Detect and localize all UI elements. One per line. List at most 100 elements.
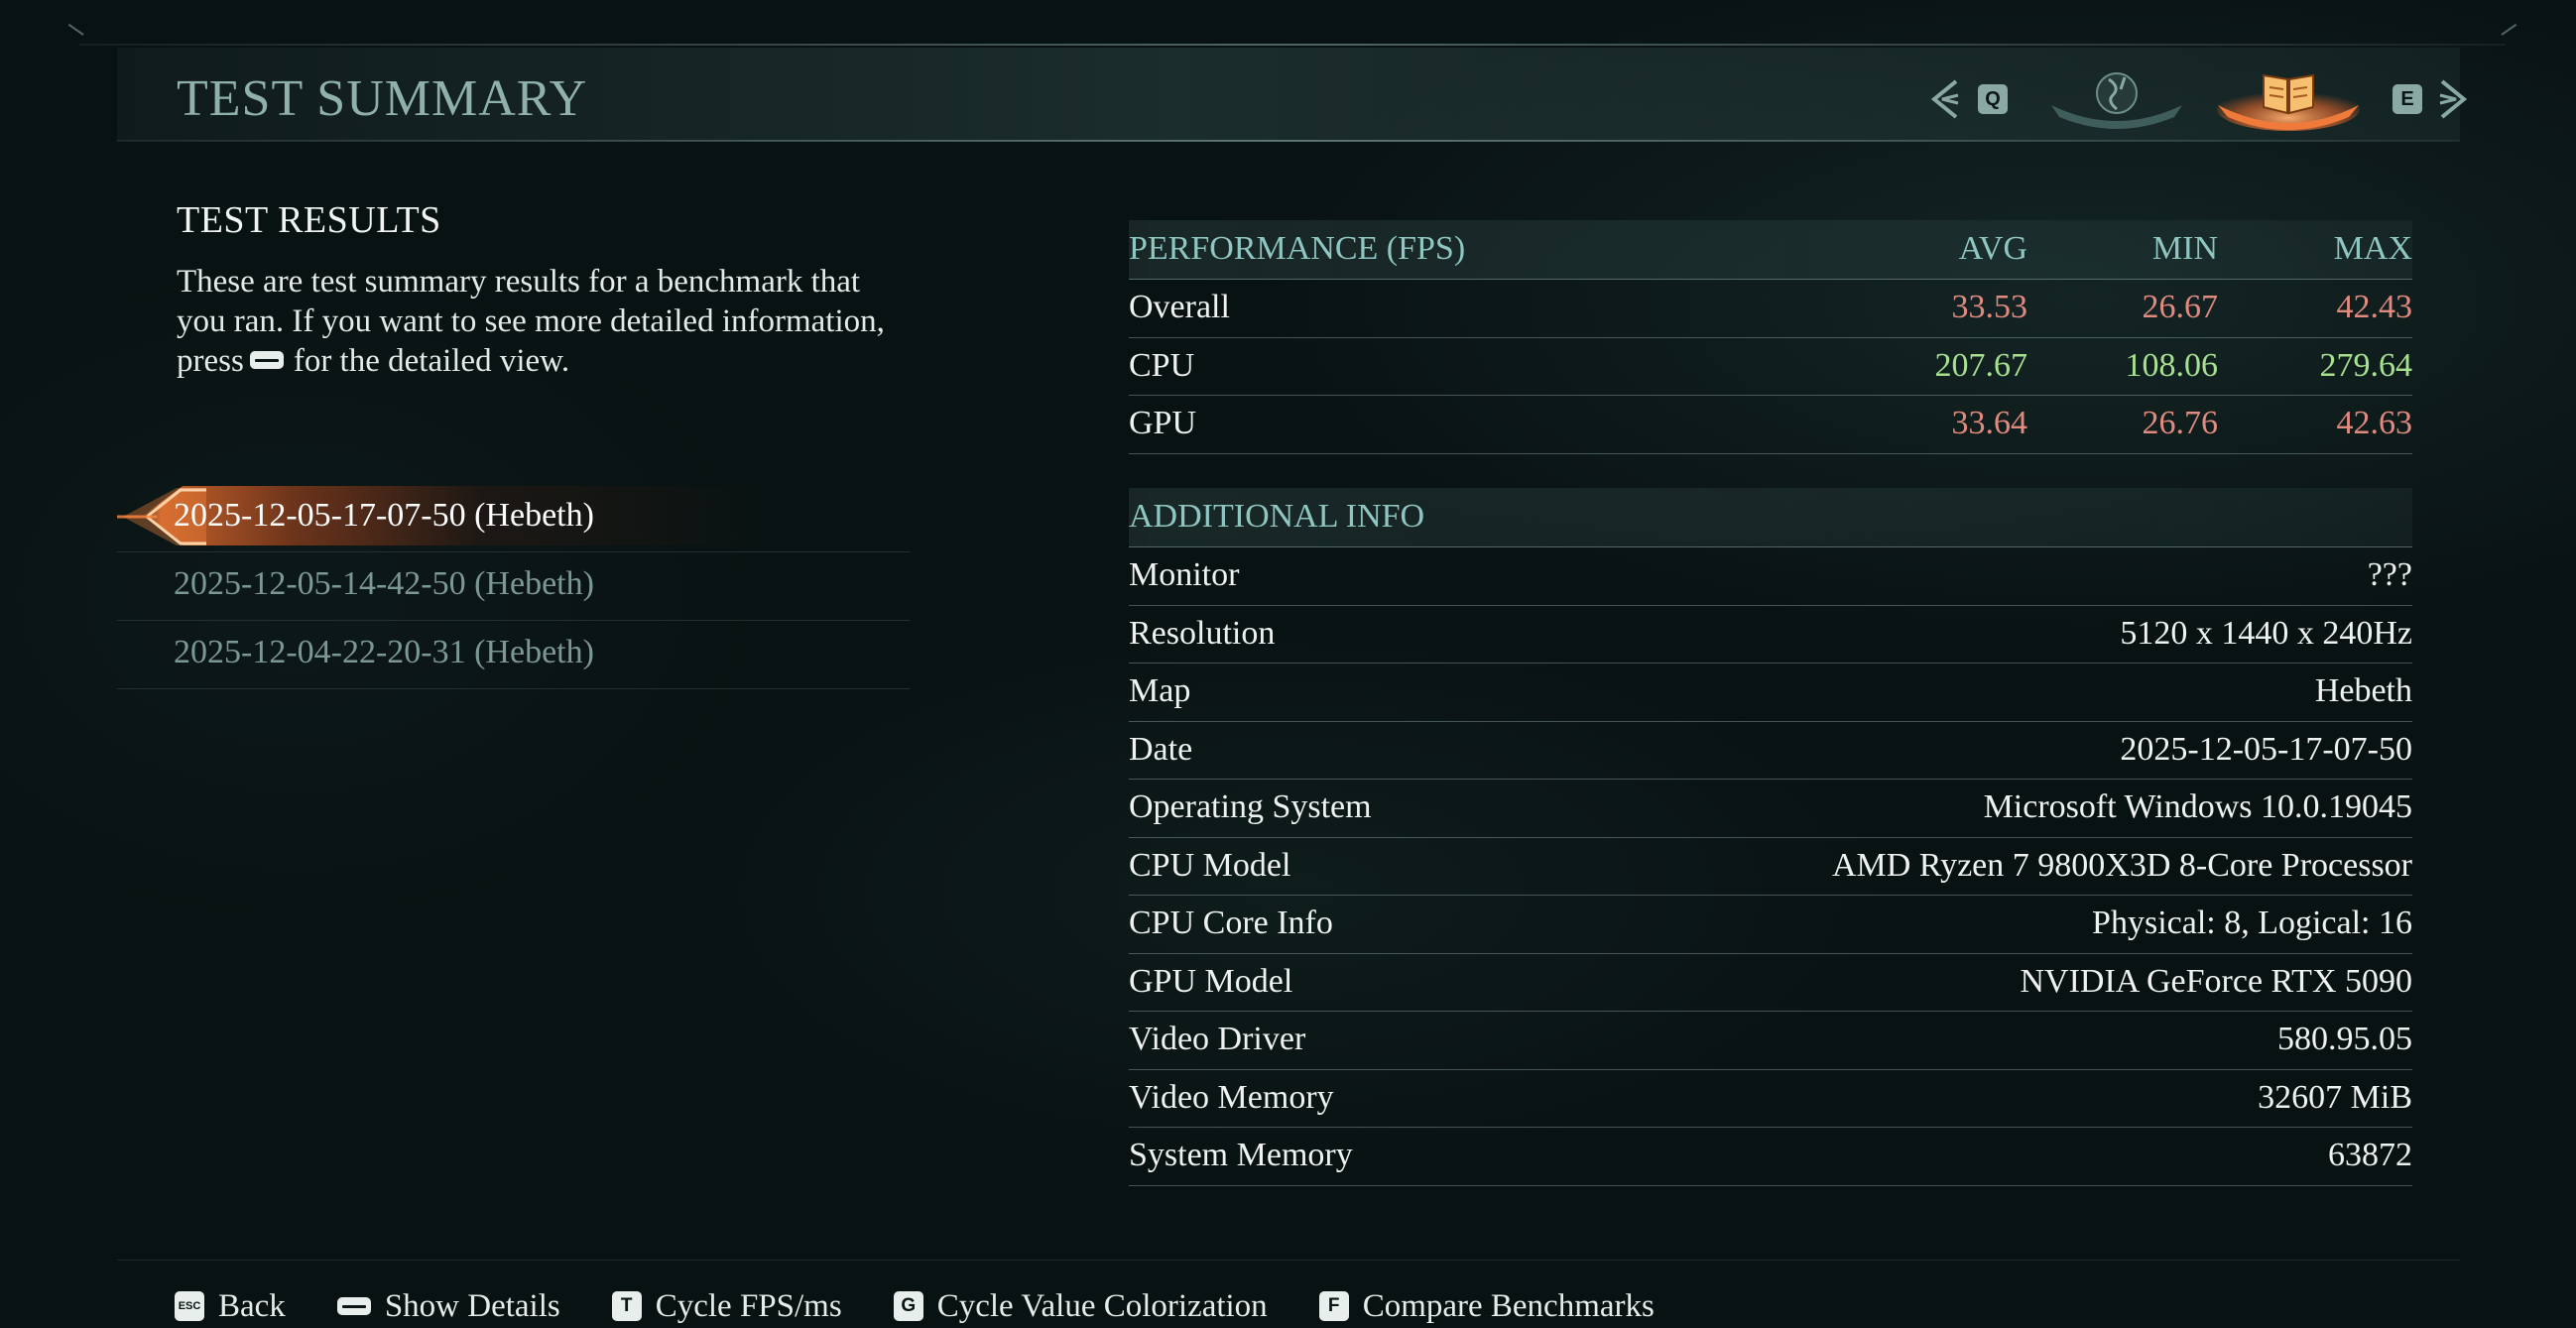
info-row: Monitor??? (1129, 547, 2412, 606)
info-value: 5120 x 1440 x 240Hz (2120, 614, 2412, 652)
description-press: press (177, 343, 244, 379)
info-row: Date 2025-12-05-17-07-50 (1129, 722, 2412, 780)
info-label: Map (1129, 672, 1191, 709)
info-label: CPU Core Info (1129, 905, 1333, 941)
tab-globe[interactable] (2047, 61, 2186, 131)
chevron-right-icon[interactable] (2436, 77, 2470, 121)
row-label: CPU (1129, 346, 1195, 384)
info-value: 63872 (2328, 1137, 2412, 1173)
history-item[interactable]: 2025-12-04-22-20-31 (Hebeth) (117, 621, 911, 689)
show-details-key-icon (249, 351, 284, 370)
history-item-label: 2025-12-05-14-42-50 (Hebeth) (174, 565, 594, 602)
column-header-avg: AVG (1958, 230, 2027, 267)
g-key-icon: G (893, 1291, 923, 1321)
info-value: ??? (2367, 556, 2412, 593)
max-value: 42.63 (2336, 405, 2413, 441)
column-header-max: MAX (2333, 230, 2412, 267)
min-value: 26.76 (2142, 405, 2219, 441)
info-value: 580.95.05 (2277, 1021, 2412, 1057)
avg-value: 33.64 (1951, 405, 2028, 441)
header-bottom-divider (117, 140, 2460, 142)
book-icon (2263, 73, 2314, 115)
f-key-icon: F (1318, 1291, 1349, 1321)
hint-label: Cycle FPS/ms (655, 1287, 842, 1324)
test-results-heading: TEST RESULTS (177, 199, 441, 241)
max-value: 279.64 (2319, 346, 2413, 384)
info-row: Resolution 5120 x 1440 x 240Hz (1129, 606, 2412, 664)
footer-divider (117, 1260, 2460, 1261)
info-value: Hebeth (2314, 672, 2412, 709)
info-value: Physical: 8, Logical: 16 (2092, 905, 2412, 941)
page-title: TEST SUMMARY (177, 70, 588, 127)
history-item[interactable]: 2025-12-05-14-42-50 (Hebeth) (117, 552, 911, 621)
test-results-description: These are test summary results for a ben… (177, 262, 990, 381)
cycle-fps-ms-hint[interactable]: T Cycle FPS/ms (611, 1287, 842, 1325)
info-label: Operating System (1129, 788, 1372, 825)
hint-label: Show Details (384, 1287, 560, 1324)
description-line: These are test summary results for a ben… (177, 264, 861, 300)
min-value: 108.06 (2125, 346, 2219, 384)
performance-row: CPU 207.67 108.06 279.64 (1129, 338, 2413, 396)
compare-benchmarks-hint[interactable]: F Compare Benchmarks (1318, 1287, 1655, 1325)
prev-tab-key[interactable]: Q (1978, 84, 2008, 114)
min-value: 26.67 (2142, 289, 2219, 325)
header-top-divider (79, 44, 2506, 46)
performance-row: Overall 33.53 26.67 42.43 (1129, 280, 2412, 338)
hint-label: Back (218, 1287, 286, 1324)
info-label: Video Memory (1129, 1078, 1334, 1116)
info-value: NVIDIA GeForce RTX 5090 (2020, 962, 2413, 1000)
info-label: Video Driver (1129, 1021, 1306, 1057)
cycle-value-colorization-hint[interactable]: G Cycle Value Colorization (893, 1287, 1268, 1325)
info-value: 2025-12-05-17-07-50 (2120, 730, 2412, 768)
max-value: 42.43 (2336, 289, 2413, 325)
info-row: System Memory 63872 (1129, 1128, 2412, 1186)
hint-label: Compare Benchmarks (1362, 1287, 1655, 1324)
next-tab-key[interactable]: E (2392, 84, 2422, 114)
info-row: GPU Model NVIDIA GeForce RTX 5090 (1129, 954, 2413, 1012)
avg-value: 207.67 (1934, 346, 2028, 384)
performance-table: PERFORMANCE (FPS) AVG MIN MAX Overall 33… (1129, 220, 2412, 454)
performance-title: PERFORMANCE (FPS) (1129, 230, 1466, 267)
info-label: GPU Model (1129, 962, 1293, 1000)
history-item[interactable]: 2025-12-05-17-07-50 (Hebeth) (117, 484, 911, 552)
additional-info-header: ADDITIONAL INFO (1129, 488, 2412, 547)
history-item-label: 2025-12-04-22-20-31 (Hebeth) (174, 634, 594, 670)
history-item-label: 2025-12-05-17-07-50 (Hebeth) (174, 497, 594, 534)
performance-row: GPU 33.64 26.76 42.63 (1129, 396, 2412, 454)
esc-key-icon: ESC (175, 1291, 204, 1321)
info-label: System Memory (1129, 1137, 1353, 1173)
additional-info-table: ADDITIONAL INFO Monitor??? Resolution 512… (1129, 488, 2412, 1186)
info-row: Video Memory 32607 MiB (1129, 1070, 2412, 1128)
benchmark-history-list: 2025-12-05-17-07-50 (Hebeth) 2025-12-05-… (117, 484, 911, 689)
tab-book[interactable] (2214, 61, 2363, 131)
description-tail: for the detailed view. (293, 343, 570, 379)
chevron-left-icon[interactable] (1928, 77, 1962, 121)
description-line: you ran. If you want to see more detaile… (177, 303, 885, 339)
info-label: Monitor (1129, 556, 1240, 593)
t-key-icon: T (611, 1291, 642, 1321)
info-row: CPU Model AMD Ryzen 7 9800X3D 8-Core Proc… (1129, 838, 2412, 896)
back-hint[interactable]: ESC Back (175, 1288, 286, 1325)
row-label: GPU (1129, 405, 1197, 441)
additional-info-title: ADDITIONAL INFO (1129, 498, 1425, 535)
info-label: Date (1129, 730, 1193, 768)
hint-label: Cycle Value Colorization (936, 1287, 1268, 1324)
info-row: Video Driver 580.95.05 (1129, 1012, 2412, 1070)
show-details-hint[interactable]: Show Details (336, 1287, 560, 1325)
info-value: AMD Ryzen 7 9800X3D 8-Core Processor (1831, 846, 2412, 884)
info-row: Map Hebeth (1129, 664, 2412, 722)
globe-icon (2096, 72, 2138, 114)
row-label: Overall (1129, 289, 1230, 325)
performance-header: PERFORMANCE (FPS) AVG MIN MAX (1129, 220, 2412, 280)
info-label: Resolution (1129, 614, 1276, 652)
info-value: 32607 MiB (2258, 1078, 2412, 1116)
avg-value: 33.53 (1951, 289, 2028, 325)
info-row: Operating System Microsoft Windows 10.0.1… (1129, 780, 2412, 838)
info-value: Microsoft Windows 10.0.19045 (1983, 788, 2412, 825)
spacebar-key-icon (336, 1297, 371, 1315)
info-row: CPU Core Info Physical: 8, Logical: 16 (1129, 896, 2412, 954)
description-line: press for the detailed view. (177, 341, 990, 381)
column-header-min: MIN (2151, 230, 2218, 267)
info-label: CPU Model (1129, 846, 1291, 884)
footer-hints: ESC Back Show Details T Cycle FPS/ms G C… (175, 1285, 1706, 1327)
